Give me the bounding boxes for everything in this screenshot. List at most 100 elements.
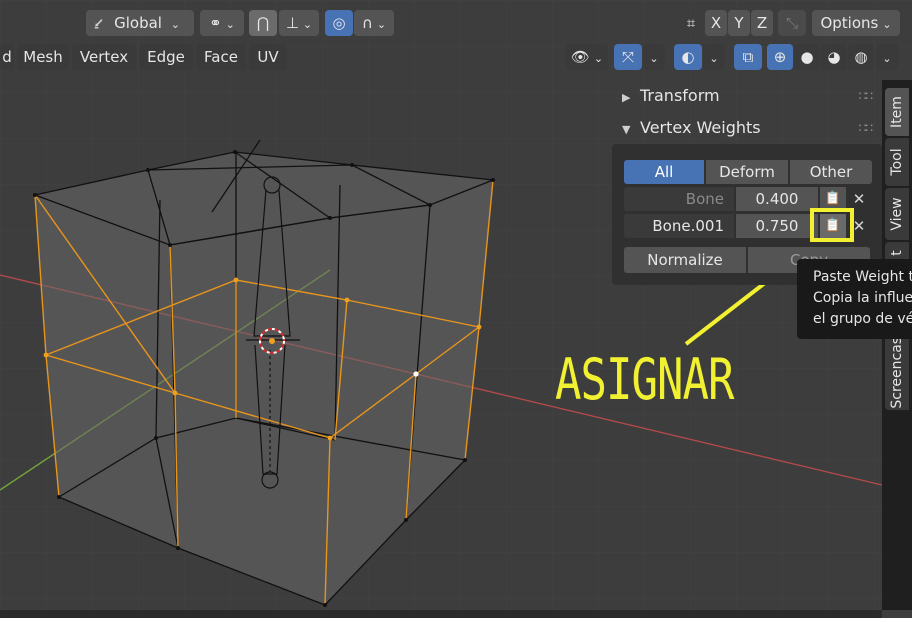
chevron-down-icon: ⌄: [376, 18, 387, 31]
axis-x-label: X: [710, 14, 722, 32]
falloff-dropdown[interactable]: ∩ ⌄: [354, 10, 394, 36]
proportional-edit-toggle[interactable]: ◎: [325, 10, 353, 36]
transform-panel-header[interactable]: ▶ Transform ∷∷: [622, 82, 882, 110]
options-dropdown[interactable]: Options ⌄: [812, 10, 900, 36]
pivot-icon: ⚭: [209, 14, 222, 32]
annotation-highlight-box: [810, 208, 854, 242]
gizmo-toggle[interactable]: ⤧: [614, 44, 642, 70]
vertex-weights-title: Vertex Weights: [640, 118, 761, 137]
snap-toggle[interactable]: ⋂: [249, 10, 277, 36]
overlays-toggle[interactable]: ◐: [674, 44, 702, 70]
overlays-dropdown[interactable]: ⌄: [703, 44, 725, 70]
menu-face[interactable]: Face: [196, 44, 246, 70]
axis-z-label: Z: [756, 14, 768, 32]
axis-z-toggle[interactable]: Z: [751, 10, 773, 36]
chevron-down-icon: ⌄: [709, 52, 719, 65]
sidebar-panel: ▶ Transform ∷∷ ▼ Vertex Weights ∷∷ All Def…: [612, 80, 882, 285]
shading-wireframe-button[interactable]: ⊕: [767, 44, 793, 70]
filter-deform-label: Deform: [719, 163, 775, 181]
tooltip-line-2: Copia la influe: [813, 290, 912, 306]
drag-grip-icon[interactable]: ∷∷: [859, 114, 873, 142]
tab-item-label: Item: [889, 96, 905, 128]
normalize-button[interactable]: Normalize: [624, 247, 746, 273]
tab-screencast-label: Screencast: [889, 331, 905, 409]
annotation-asignar: ASIGNAR: [555, 346, 734, 414]
mesh-symmetry-icon: ⤡: [785, 14, 798, 32]
shading-dropdown[interactable]: ⌄: [876, 44, 898, 70]
chevron-down-icon: ⌄: [302, 18, 313, 31]
viewport-header-top: ⭹ Global ⌄ ⚭ ⌄ ⋂ ⊥ ⌄ ◎ ∩ ⌄ ⌗ X Y Z ⤡ Option…: [0, 10, 912, 44]
proportional-edit-icon: ◎: [332, 14, 346, 32]
pivot-point-dropdown[interactable]: ⚭ ⌄: [200, 10, 244, 36]
bottom-strip: [0, 610, 882, 618]
rendered-sphere-icon: ◍: [854, 48, 868, 66]
normalize-label: Normalize: [647, 251, 723, 269]
paste-weight-tooltip: Paste Weight t Copia la influe el grupo …: [797, 259, 912, 339]
tooltip-line-3: el grupo de vé: [813, 311, 912, 327]
weight-group-name[interactable]: Bone: [624, 187, 734, 211]
solid-sphere-icon: ●: [800, 48, 814, 66]
close-icon: ✕: [852, 217, 866, 235]
gizmo-dropdown[interactable]: ⌄: [643, 44, 665, 70]
gizmo-icon: ⤧: [621, 48, 634, 66]
transform-orientation-dropdown[interactable]: ⭹ Global ⌄: [86, 10, 194, 36]
falloff-curve-icon: ∩: [361, 14, 373, 32]
chevron-down-icon: ⌄: [593, 52, 604, 65]
close-icon: ✕: [852, 190, 866, 208]
wireframe-sphere-icon: ⊕: [773, 48, 787, 66]
orientation-label: Global: [114, 14, 162, 32]
weight-value-field[interactable]: 0.750: [736, 214, 818, 238]
xray-icon: ⧉: [742, 48, 754, 66]
magnet-icon: ⋂: [256, 14, 270, 32]
tab-screencast[interactable]: Screencast: [885, 330, 909, 410]
tab-view[interactable]: View: [885, 188, 909, 240]
overlays-icon: ◐: [681, 48, 695, 66]
menu-partial-label: d: [2, 48, 12, 66]
menu-vertex[interactable]: Vertex: [72, 44, 136, 70]
chevron-down-icon: ⌄: [170, 18, 180, 31]
mirror-icon[interactable]: ⌗: [678, 10, 704, 36]
axis-x-toggle[interactable]: X: [705, 10, 727, 36]
options-label: Options: [820, 14, 879, 32]
weight-value-field[interactable]: 0.400: [736, 187, 818, 211]
vertex-weights-panel-header[interactable]: ▼ Vertex Weights ∷∷: [622, 114, 882, 142]
tooltip-line-1: Paste Weight t: [813, 269, 912, 285]
orientation-icon: ⭹: [94, 14, 104, 32]
menu-vertex-label: Vertex: [79, 48, 129, 66]
viewport-header-menu: d Mesh Vertex Edge Face UV 👁 ⌄ ⤧ ⌄ ◐ ⌄ ⧉ …: [0, 44, 912, 78]
tab-tool-label: Tool: [889, 148, 905, 176]
topology-mirror-toggle[interactable]: ⤡: [778, 10, 806, 36]
filter-all-label: All: [654, 163, 674, 181]
filter-all-tab[interactable]: All: [624, 160, 704, 184]
chevron-down-icon: ⌄: [882, 18, 892, 31]
axis-y-label: Y: [734, 14, 744, 32]
tab-view-label: View: [889, 197, 905, 231]
chevron-down-icon: ⌄: [649, 52, 659, 65]
visibility-dropdown[interactable]: 👁 ⌄: [566, 44, 608, 70]
filter-other-tab[interactable]: Other: [790, 160, 872, 184]
menu-edge[interactable]: Edge: [139, 44, 193, 70]
axis-y-toggle[interactable]: Y: [728, 10, 750, 36]
collapsed-triangle-icon: ▶: [622, 91, 631, 104]
tab-tool[interactable]: Tool: [885, 138, 909, 186]
snap-increment-icon: ⊥: [285, 14, 299, 32]
tab-item[interactable]: Item: [885, 88, 909, 136]
shading-solid-button[interactable]: ●: [794, 44, 820, 70]
menu-uv[interactable]: UV: [249, 44, 287, 70]
eye-icon: 👁: [570, 48, 590, 66]
filter-other-label: Other: [809, 163, 853, 181]
active-vertex: [413, 371, 419, 377]
chevron-down-icon: ⌄: [882, 52, 892, 65]
chevron-down-icon: ⌄: [225, 18, 235, 31]
drag-grip-icon[interactable]: ∷∷: [859, 82, 873, 110]
snap-target-dropdown[interactable]: ⊥ ⌄: [279, 10, 319, 36]
sidebar-tabs: Item Tool View t Screencast: [882, 80, 912, 610]
menu-face-label: Face: [204, 48, 238, 66]
shading-material-button[interactable]: ◕: [821, 44, 847, 70]
menu-mesh[interactable]: Mesh: [17, 44, 69, 70]
weight-group-name[interactable]: Bone.001: [624, 214, 734, 238]
menu-partial[interactable]: d: [0, 44, 14, 70]
xray-toggle[interactable]: ⧉: [734, 44, 762, 70]
filter-deform-tab[interactable]: Deform: [706, 160, 788, 184]
shading-rendered-button[interactable]: ◍: [848, 44, 874, 70]
